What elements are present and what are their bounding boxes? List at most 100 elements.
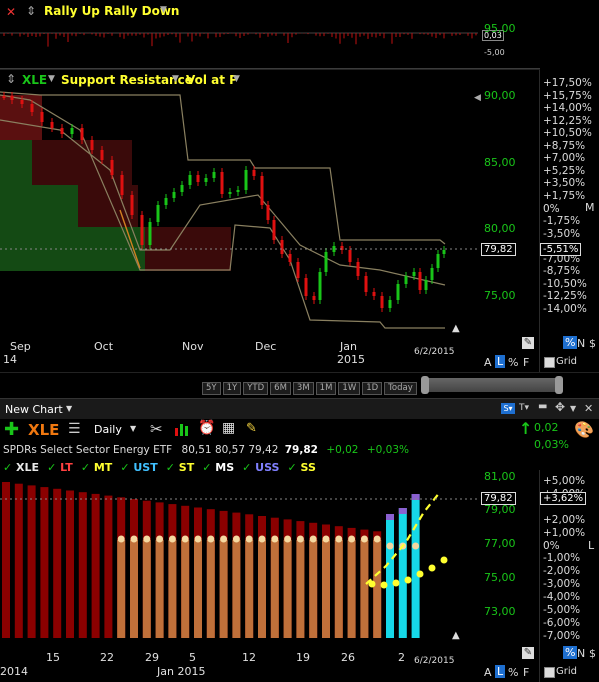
mode-pct-button[interactable]: % xyxy=(508,666,518,679)
pencil-icon[interactable]: ✎ xyxy=(522,647,534,659)
mt-dot xyxy=(386,542,394,550)
lt-bar xyxy=(27,485,36,638)
lt-bar xyxy=(386,514,394,638)
mt-bar xyxy=(347,540,356,638)
mt-dot xyxy=(181,535,189,543)
mt-bar xyxy=(168,540,177,638)
x-axis-label: 2 xyxy=(398,651,405,664)
scale-n-button[interactable]: N xyxy=(577,337,585,350)
lower-price-tag: 79,82 xyxy=(481,492,516,505)
lt-bar xyxy=(104,495,113,638)
mt-dot xyxy=(284,535,292,543)
pct-axis-label: -3,50% xyxy=(543,227,581,240)
lower-date-label: 6/2/2015 xyxy=(414,656,455,666)
pct-axis-label: -3,00% xyxy=(543,578,581,591)
mt-dot xyxy=(335,535,343,543)
scale-pct-button[interactable]: % xyxy=(563,646,578,659)
scale-n-button[interactable]: N xyxy=(577,647,585,660)
x-axis-label: 5 xyxy=(189,651,196,664)
x-axis-label: 29 xyxy=(145,651,159,664)
x-axis-label: 19 xyxy=(296,651,310,664)
x-axis-label: 22 xyxy=(100,651,114,664)
mt-dot xyxy=(207,535,215,543)
lt-bar xyxy=(66,490,74,638)
price-axis-label: 77,00 xyxy=(484,537,516,551)
pct-axis-label: -1,00% xyxy=(543,552,581,565)
mt-dot xyxy=(194,535,202,543)
close-icon[interactable]: ✕ xyxy=(584,402,593,415)
mt-bar xyxy=(283,540,292,638)
mode-a-button[interactable]: A xyxy=(484,666,492,679)
pct-axis-label: -7,00% xyxy=(543,629,581,642)
grid-checkbox[interactable] xyxy=(544,667,555,678)
grid-checkbox[interactable] xyxy=(544,357,555,368)
mode-l-button[interactable]: L xyxy=(495,665,506,678)
mt-bar xyxy=(373,540,382,638)
lt-bar xyxy=(53,488,62,638)
grid-label: Grid xyxy=(556,666,577,677)
lt-bar xyxy=(14,483,23,638)
mt-dot xyxy=(296,535,304,543)
lt-bar xyxy=(2,482,10,638)
mt-dot xyxy=(360,535,368,543)
lower-year-label: Jan 2015 xyxy=(157,665,206,678)
mt-bar xyxy=(245,540,254,638)
pct-axis-label: -5,00% xyxy=(543,604,581,616)
mt-bar xyxy=(309,540,318,638)
lower-l-marker: L xyxy=(588,539,595,552)
pct-axis-label: -14,00% xyxy=(543,302,587,315)
lt-bar xyxy=(398,508,407,638)
mt-bar xyxy=(232,540,241,638)
pct-axis-label: -6,00% xyxy=(543,616,581,629)
mt-bar xyxy=(219,540,228,638)
scale-pct-button[interactable]: % xyxy=(563,336,578,349)
mt-dot xyxy=(271,535,279,543)
palette-icon[interactable]: 🎨 xyxy=(574,420,594,439)
pct-axis-label: -10,50% xyxy=(543,277,587,290)
mt-bar xyxy=(296,540,305,638)
expand-arrow-icon[interactable]: ▲ xyxy=(452,630,460,641)
scale-M-marker: M xyxy=(585,201,595,214)
mode-f-button[interactable]: F xyxy=(523,666,529,679)
scale-dollar-button[interactable]: $ xyxy=(589,337,596,350)
mt-dot xyxy=(412,542,420,550)
pct-axis-label: +17,50% xyxy=(543,77,592,89)
x-axis-label: 26 xyxy=(341,651,355,664)
pct-axis-label: +12,25% xyxy=(543,114,592,127)
st-dot xyxy=(404,576,412,584)
lower-pct-tag: +3,62% xyxy=(540,492,587,505)
mt-dot xyxy=(245,535,253,543)
x-axis-label: 2014 xyxy=(0,665,28,678)
pct-axis-label: -12,25% xyxy=(543,290,587,303)
pct-axis-label: -1,75% xyxy=(543,215,581,228)
pct-axis-label: +1,00% xyxy=(543,526,586,539)
mt-bar xyxy=(155,540,164,638)
chevron-down-icon[interactable]: ▼ xyxy=(570,404,576,413)
st-dot xyxy=(380,581,388,589)
st-dot xyxy=(392,579,400,587)
mt-dot xyxy=(348,535,356,543)
lt-bar xyxy=(78,492,87,638)
mt-bar xyxy=(206,540,215,638)
pct-axis-label: +2,00% xyxy=(543,513,586,526)
lower-chart xyxy=(0,470,540,682)
mt-dot xyxy=(156,535,164,543)
st-dot xyxy=(416,570,424,578)
mt-dot xyxy=(309,535,317,543)
pct-axis-label: +5,25% xyxy=(543,164,586,177)
pct-axis-label: +8,75% xyxy=(543,139,586,152)
mt-dot xyxy=(232,535,240,543)
scale-dollar-button[interactable]: $ xyxy=(589,647,596,660)
pct-axis-label: +5,00% xyxy=(543,475,586,487)
mt-bar xyxy=(334,540,343,638)
main-pct-tag: -5,51% xyxy=(540,243,582,256)
mt-dot xyxy=(130,535,138,543)
mt-bar xyxy=(130,540,138,638)
move-icon[interactable]: ✥ xyxy=(555,400,565,414)
mt-bar xyxy=(360,540,369,638)
scrollbar-handle-right[interactable] xyxy=(555,376,563,394)
pct-axis-label: 0% xyxy=(543,202,560,215)
pct-axis-label: +3,50% xyxy=(543,177,586,190)
mt-dot xyxy=(117,535,125,543)
grid-label: Grid xyxy=(556,356,577,367)
